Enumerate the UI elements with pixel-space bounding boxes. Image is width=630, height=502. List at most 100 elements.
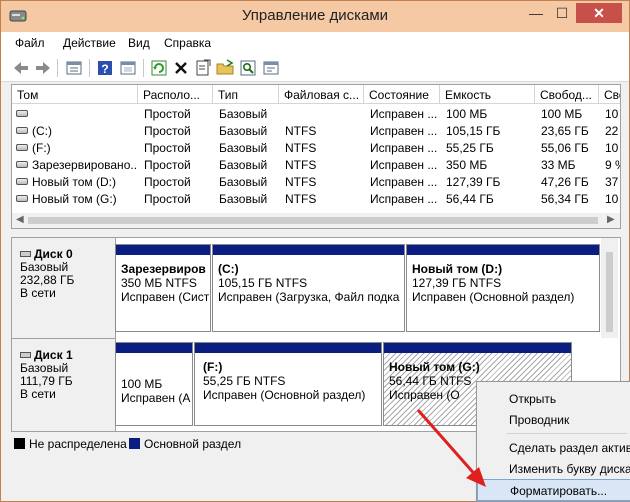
cell-free-space: 23,65 ГБ — [541, 124, 589, 138]
disk-1-info[interactable]: Диск 1 Базовый 111,79 ГБ В сети — [12, 338, 116, 431]
menu-view[interactable]: Вид — [128, 36, 150, 50]
legend-swatch-unallocated — [14, 438, 25, 449]
cell-type: Базовый — [219, 124, 268, 138]
column-header-type[interactable]: Тип — [213, 85, 279, 104]
cell-layout: Простой — [144, 141, 191, 155]
cell-layout: Простой — [144, 158, 191, 172]
partition-system[interactable]: 100 МБ Исправен (А — [115, 342, 193, 426]
table-row[interactable]: Зарезервировано... Простой Базовый NTFS … — [12, 156, 620, 173]
cell-capacity: 55,25 ГБ — [446, 141, 494, 155]
column-header-volume[interactable]: Том — [12, 85, 138, 104]
partition-status: Исправен (А — [121, 391, 191, 405]
cell-layout: Простой — [144, 124, 191, 138]
cell-status: Исправен ... — [370, 158, 438, 172]
context-menu-format[interactable]: Форматировать... — [477, 479, 630, 501]
partition-c[interactable]: (C:) 105,15 ГБ NTFS Исправен (Загрузка, … — [212, 244, 405, 332]
cell-filesystem: NTFS — [285, 141, 317, 155]
cell-percent-free: 10 — [605, 192, 619, 206]
partition-d[interactable]: Новый том (D:) 127,39 ГБ NTFS Исправен (… — [406, 244, 600, 332]
partition-title: Новый том (D:) — [412, 262, 503, 276]
forward-arrow-icon[interactable] — [33, 58, 53, 78]
cell-layout: Простой — [144, 192, 191, 206]
cell-volume: Новый том (G:) — [32, 192, 117, 206]
back-arrow-icon[interactable] — [11, 58, 31, 78]
cell-capacity: 100 МБ — [446, 107, 488, 121]
scrollbar-thumb[interactable] — [28, 217, 598, 224]
horizontal-scrollbar[interactable]: ◀ ▶ — [12, 213, 620, 228]
scrollbar-thumb[interactable] — [606, 252, 613, 332]
cell-filesystem: NTFS — [285, 192, 317, 206]
context-menu-explorer[interactable]: Проводник — [477, 409, 630, 430]
column-header-capacity[interactable]: Емкость — [440, 85, 535, 104]
scroll-right-icon[interactable]: ▶ — [607, 214, 615, 225]
cell-status: Исправен ... — [370, 141, 438, 155]
rescan-icon[interactable] — [261, 58, 281, 78]
title-bar: Управление дисками — ☐ ✕ — [1, 1, 629, 32]
cell-capacity: 350 МБ — [446, 158, 488, 172]
table-row[interactable]: Новый том (G:) Простой Базовый NTFS Испр… — [12, 190, 620, 207]
partition-f[interactable]: (F:) 55,25 ГБ NTFS Исправен (Основной ра… — [194, 342, 382, 426]
partition-reserved[interactable]: Зарезервиров 350 МБ NTFS Исправен (Сист — [115, 244, 211, 332]
column-header-filesystem[interactable]: Файловая с... — [279, 85, 364, 104]
close-button[interactable]: ✕ — [576, 3, 622, 23]
context-menu-open[interactable]: Открыть — [477, 388, 630, 409]
search-icon[interactable] — [238, 58, 258, 78]
cell-type: Базовый — [219, 141, 268, 155]
column-header-status[interactable]: Состояние — [364, 85, 440, 104]
partition-size: 55,25 ГБ NTFS — [203, 374, 286, 388]
partition-title: (C:) — [218, 262, 239, 276]
vertical-scrollbar[interactable] — [601, 238, 618, 338]
menu-help[interactable]: Справка — [164, 36, 211, 50]
partition-size: 350 МБ NTFS — [121, 276, 197, 290]
delete-icon[interactable] — [171, 58, 191, 78]
menu-action[interactable]: Действие — [63, 36, 116, 50]
refresh-icon[interactable] — [149, 58, 169, 78]
partition-size: 56,44 ГБ NTFS — [389, 374, 472, 388]
volume-list: Том Располо... Тип Файловая с... Состоян… — [11, 84, 621, 229]
context-menu-mark-active[interactable]: Сделать раздел активн — [477, 437, 630, 458]
cell-volume: (F:) — [32, 141, 51, 155]
menu-bar: Файл Действие Вид Справка — [1, 32, 629, 54]
menu-file[interactable]: Файл — [15, 36, 45, 50]
cell-layout: Простой — [144, 107, 191, 121]
disk-name: Диск 1 — [34, 348, 73, 362]
partition-title: (F:) — [203, 360, 223, 374]
volume-icon — [16, 144, 28, 151]
scroll-left-icon[interactable]: ◀ — [16, 214, 24, 225]
folder-icon[interactable] — [215, 58, 235, 78]
volume-icon — [16, 195, 28, 202]
table-row[interactable]: Новый том (D:) Простой Базовый NTFS Испр… — [12, 173, 620, 190]
cell-filesystem: NTFS — [285, 124, 317, 138]
partition-bar — [116, 245, 210, 255]
cell-free-space: 47,26 ГБ — [541, 175, 589, 189]
cell-layout: Простой — [144, 175, 191, 189]
table-row[interactable]: Простой Базовый Исправен ... 100 МБ 100 … — [12, 105, 620, 122]
table-row[interactable]: (C:) Простой Базовый NTFS Исправен ... 1… — [12, 122, 620, 139]
open-icon[interactable] — [193, 58, 213, 78]
table-row[interactable]: (F:) Простой Базовый NTFS Исправен ... 5… — [12, 139, 620, 156]
disk-0-info[interactable]: Диск 0 Базовый 232,88 ГБ В сети — [12, 238, 116, 338]
cell-capacity: 56,44 ГБ — [446, 192, 494, 206]
column-header-layout[interactable]: Располо... — [138, 85, 213, 104]
volume-icon — [16, 127, 28, 134]
cell-percent-free: 10 — [605, 107, 619, 121]
cell-filesystem: NTFS — [285, 175, 317, 189]
column-header-percent-free[interactable]: Сво — [599, 85, 620, 104]
context-menu-change-letter[interactable]: Изменить букву диска — [477, 458, 630, 479]
help-icon[interactable]: ? — [95, 58, 115, 78]
cell-percent-free: 37 — [605, 175, 619, 189]
column-header-free-space[interactable]: Свобод... — [535, 85, 599, 104]
partition-status: Исправен (Загрузка, Файл подка — [218, 290, 400, 304]
properties-icon[interactable] — [64, 58, 84, 78]
disk-name: Диск 0 — [34, 247, 73, 261]
legend-label-primary: Основной раздел — [144, 437, 242, 451]
volume-icon — [16, 178, 28, 185]
cell-free-space: 33 МБ — [541, 158, 576, 172]
cell-percent-free: 9 % — [605, 158, 620, 172]
context-menu-separator — [507, 433, 627, 434]
maximize-button[interactable]: ☐ — [550, 3, 574, 23]
cell-status: Исправен ... — [370, 107, 438, 121]
svg-text:?: ? — [101, 62, 108, 76]
console-icon[interactable] — [118, 58, 138, 78]
minimize-button[interactable]: — — [524, 3, 548, 23]
